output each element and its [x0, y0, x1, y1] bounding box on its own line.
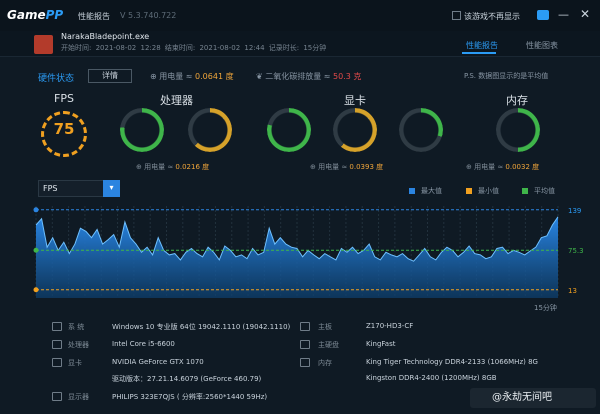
fps-area	[36, 216, 558, 298]
memory-label: 内存	[318, 359, 332, 367]
monitor-label: 显示器	[68, 393, 89, 401]
cpu-label: 处理器	[68, 341, 89, 349]
fps-chart: 139 75.3 13 15分钟	[33, 206, 584, 312]
max-marker	[33, 207, 39, 213]
disk-label: 主硬盘	[318, 341, 339, 349]
os-label: 系 统	[68, 323, 85, 331]
memory-value-2: Kingston DDR4-2400 (1200MHz) 8GB	[366, 374, 497, 382]
memory-value-1: King Tiger Technology DDR4-2133 (1066MHz…	[366, 358, 538, 366]
memory-icon	[300, 358, 310, 367]
board-icon	[300, 322, 310, 331]
gpu-value: NVIDIA GeForce GTX 1070	[112, 358, 204, 366]
gpu-icon	[52, 358, 62, 367]
os-value: Windows 10 专业版 64位 19042.1110 (19042.111…	[112, 323, 291, 331]
cpu-icon	[52, 340, 62, 349]
avg-marker	[33, 247, 39, 253]
disk-value: KingFast	[366, 340, 396, 348]
cpu-value: Intel Core i5-6600	[112, 340, 175, 348]
x-end-label: 15分钟	[534, 303, 557, 312]
os-icon	[52, 322, 62, 331]
min-label: 13	[568, 287, 577, 295]
disk-icon	[300, 340, 310, 349]
watermark: @永劫无间吧	[470, 388, 596, 408]
min-marker	[33, 287, 39, 293]
board-label: 主板	[318, 323, 332, 331]
driver-value: 驱动版本：27.21.14.6079 (GeForce 460.79)	[112, 375, 262, 383]
monitor-value: PHILIPS 323E7QJS ( 分辨率:2560*1440 59Hz)	[112, 393, 268, 401]
max-label: 139	[568, 207, 581, 215]
avg-label: 75.3	[568, 247, 584, 255]
board-value: Z170-HD3-CF	[366, 322, 414, 330]
monitor-icon	[52, 392, 62, 401]
gpu-label: 显卡	[68, 359, 82, 367]
